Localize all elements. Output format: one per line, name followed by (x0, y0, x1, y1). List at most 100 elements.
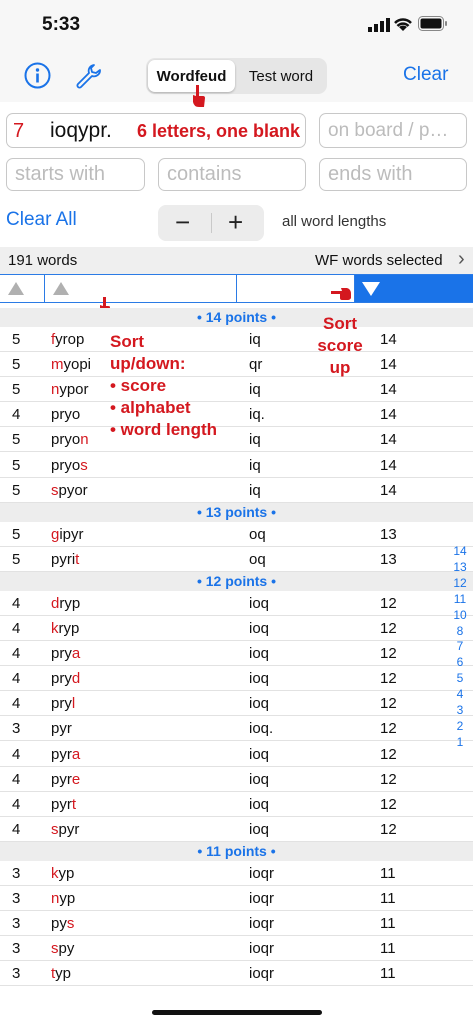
word-row[interactable]: 3 nyp ioqr 11 (0, 886, 473, 911)
word: pys (51, 911, 74, 936)
word-row[interactable]: 4 prya ioq 12 (0, 641, 473, 667)
word-added-prefix: k (51, 620, 59, 637)
wrench-icon[interactable] (74, 62, 102, 90)
stepper-minus[interactable]: − (175, 207, 190, 238)
word-score: 13 (380, 550, 397, 568)
word-row[interactable]: 4 dryp ioq 12 (0, 591, 473, 616)
word-row[interactable]: 4 spyr ioq 12 (0, 817, 473, 842)
annotation-line: Sort (110, 332, 144, 351)
word-core: py (58, 940, 75, 958)
word-added-suffix: d (71, 670, 81, 688)
word: myopi (51, 352, 91, 377)
word-row[interactable]: 3 pyr ioq. 12 (0, 716, 473, 742)
stepper-plus[interactable]: + (228, 207, 243, 238)
signal-icon (368, 18, 390, 32)
sort-score-button[interactable] (355, 275, 473, 302)
word-row[interactable]: 3 kyp ioqr 11 (0, 861, 473, 886)
word-length: 3 (12, 965, 21, 983)
word-core: pyr (51, 720, 72, 738)
word-row[interactable]: 5 gipyr oq 13 (0, 522, 473, 547)
word-row[interactable]: 5 fyrop iq 14 (0, 327, 473, 352)
word-score: 14 (380, 456, 397, 474)
word-core: py (51, 915, 67, 933)
ends-with-field[interactable]: ends with (319, 158, 467, 191)
word-added-prefix: k (51, 864, 59, 882)
word-length: 3 (12, 864, 21, 882)
remaining-letters: iq (249, 331, 261, 348)
word-row[interactable]: 5 nypor iq 14 (0, 377, 473, 403)
remaining-letters: oq (249, 550, 266, 568)
word-row[interactable]: 5 spyor iq 14 (0, 478, 473, 503)
board-field[interactable]: on board / p… (319, 113, 467, 148)
word-row[interactable]: 4 pryd ioq 12 (0, 666, 473, 692)
remaining-letters: ioq (249, 820, 270, 838)
sort-down-icon (362, 282, 380, 296)
section-index-item[interactable]: 2 (448, 719, 472, 735)
word-core: pyr (51, 795, 72, 813)
remaining-letters: iq. (249, 406, 265, 424)
remaining-letters: ioq. (249, 720, 274, 738)
word: spyr (51, 817, 79, 842)
sort-length-button[interactable] (0, 275, 45, 302)
segment-test-word[interactable]: Test word (237, 60, 325, 92)
word-core: pryo (51, 431, 81, 449)
section-index-item[interactable]: 4 (448, 687, 472, 703)
word: pryd (51, 666, 80, 691)
word-row[interactable]: 4 pryl ioq 12 (0, 691, 473, 717)
word-score: 14 (380, 331, 397, 348)
word-length: 5 (12, 481, 21, 499)
word-row[interactable]: 3 typ ioqr 11 (0, 961, 473, 987)
summary-bar[interactable]: 191 words WF words selected › (0, 247, 473, 274)
annotation-line: Sort (323, 314, 357, 333)
section-index-item[interactable]: 11 (448, 592, 472, 608)
word-length: 4 (12, 670, 21, 688)
word-row[interactable]: 4 kryp ioq 12 (0, 616, 473, 641)
word-row[interactable]: 3 spy ioqr 11 (0, 936, 473, 962)
pointer-hand-icon (193, 85, 205, 107)
word-row[interactable]: 4 pryo iq. 14 (0, 402, 473, 428)
word-row[interactable]: 5 pyrit oq 13 (0, 547, 473, 572)
remaining-letters: iq (249, 456, 261, 474)
section-index-item[interactable]: 14 (448, 544, 472, 560)
word: pyra (51, 742, 80, 767)
contains-field[interactable]: contains (158, 158, 306, 191)
letters-field[interactable]: 7 ioqypr. 6 letters, one blank (6, 113, 306, 148)
section-index-item[interactable]: 7 (448, 639, 472, 655)
word-core: yopi (63, 356, 92, 374)
letters-hint: 6 letters, one blank (137, 121, 301, 141)
section-index-item[interactable]: 5 (448, 671, 472, 687)
word-score: 13 (380, 525, 397, 543)
section-index-item[interactable]: 8 (448, 624, 472, 640)
word-row[interactable]: 3 pys ioqr 11 (0, 911, 473, 937)
word-score: 14 (380, 381, 397, 399)
word-length: 3 (12, 940, 21, 958)
section-index-item[interactable]: 12 (448, 576, 472, 592)
word-row[interactable]: 4 pyre ioq 12 (0, 767, 473, 792)
section-index-item[interactable]: 13 (448, 560, 472, 576)
word-row[interactable]: 5 myopi qr 14 (0, 352, 473, 378)
selection-label: WF words selected (315, 252, 443, 269)
starts-with-field[interactable]: starts with (6, 158, 145, 191)
word-row[interactable]: 5 pryos iq 14 (0, 453, 473, 478)
word-row[interactable]: 5 pryon iq 14 (0, 427, 473, 453)
section-index-item[interactable]: 1 (448, 735, 472, 751)
word-row[interactable]: 4 pyra ioq 12 (0, 742, 473, 767)
battery-icon (418, 16, 447, 31)
word-row[interactable]: 4 pyrt ioq 12 (0, 792, 473, 817)
section-index-item[interactable]: 6 (448, 655, 472, 671)
sort-score-annotation: Sort score up (314, 313, 366, 379)
info-icon[interactable] (24, 62, 51, 89)
clear-all-button[interactable]: Clear All (6, 209, 77, 231)
sort-alphabet-button[interactable] (45, 275, 237, 302)
clear-button[interactable]: Clear (403, 64, 448, 86)
section-index-item[interactable]: 10 (448, 608, 472, 624)
word-added-suffix: s (66, 915, 75, 933)
sort-up-icon (53, 282, 69, 295)
word-core: pry (51, 645, 72, 663)
word: spyor (51, 478, 88, 503)
remaining-letters: ioqr (249, 864, 275, 882)
word-added-suffix: e (71, 770, 81, 788)
word-length: 4 (12, 695, 21, 713)
section-index-item[interactable]: 3 (448, 703, 472, 719)
word: pyr (51, 716, 72, 741)
